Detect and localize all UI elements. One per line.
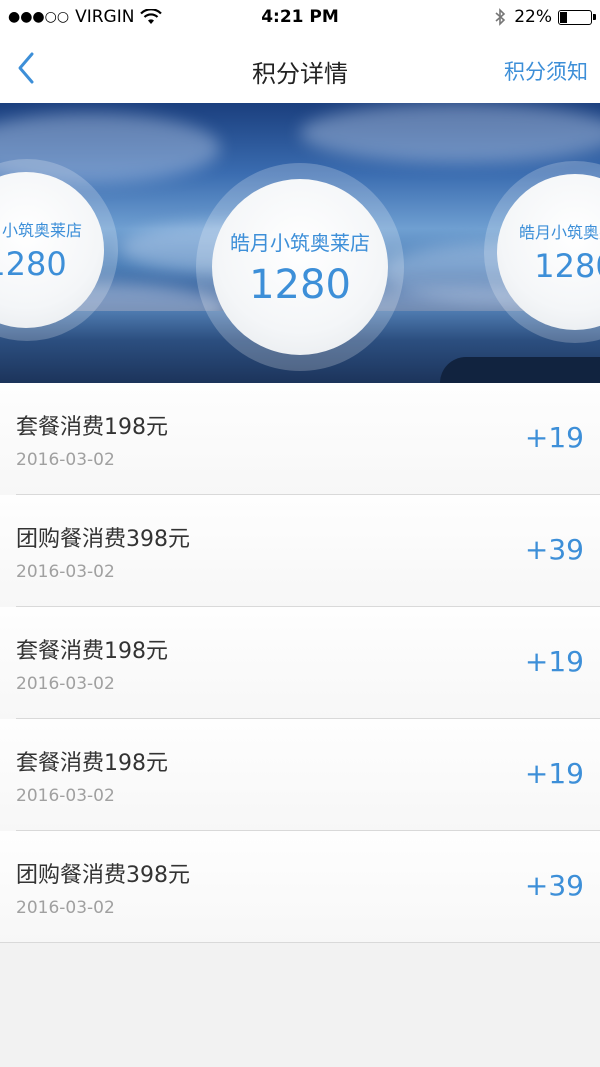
card-shop-name: 皓月小筑奥莱店 (230, 230, 370, 255)
record-description: 团购餐消费398元 (16, 863, 190, 888)
card-points: 1280 (0, 245, 67, 283)
card-points: 1280 (534, 247, 600, 285)
record-points: +39 (524, 533, 584, 566)
record-date: 2016-03-02 (16, 562, 115, 582)
record-points: +19 (524, 421, 584, 454)
list-item[interactable]: 套餐消费198元 2016-03-02 +19 (0, 607, 600, 719)
card-shop-name: 皓月小筑奥莱店 (518, 223, 600, 242)
record-points: +39 (524, 869, 584, 902)
card-shop-name: 皓月小筑奥莱店 (0, 221, 82, 240)
record-description: 套餐消费198元 (16, 751, 168, 776)
hill-silhouette (440, 357, 600, 383)
points-rules-link[interactable]: 积分须知 (504, 56, 588, 86)
record-date: 2016-03-02 (16, 674, 115, 694)
list-item[interactable]: 团购餐消费398元 2016-03-02 +39 (0, 831, 600, 943)
record-description: 团购餐消费398元 (16, 527, 190, 552)
record-points: +19 (524, 645, 584, 678)
list-item[interactable]: 套餐消费198元 2016-03-02 +19 (0, 383, 600, 495)
bluetooth-icon (495, 8, 506, 26)
status-bar: ●●●○○ VIRGIN 4:21 PM 22% (0, 0, 600, 36)
status-right-group: 22% (494, 7, 596, 27)
record-description: 套餐消费198元 (16, 415, 168, 440)
nav-bar: 积分详情 积分须知 (0, 36, 600, 103)
list-item[interactable]: 套餐消费198元 2016-03-02 +19 (0, 719, 600, 831)
card-points: 1280 (249, 261, 351, 308)
battery-percent: 22% (514, 7, 552, 27)
record-date: 2016-03-02 (16, 450, 115, 470)
record-date: 2016-03-02 (16, 786, 115, 806)
record-points: +19 (524, 757, 584, 790)
points-banner[interactable]: 皓月小筑奥莱店 1280 皓月小筑奥莱店 1280 皓月小筑奥莱店 1280 (0, 103, 600, 383)
list-item[interactable]: 团购餐消费398元 2016-03-02 +39 (0, 495, 600, 607)
battery-icon (558, 9, 596, 25)
record-date: 2016-03-02 (16, 898, 115, 918)
divider (0, 942, 600, 943)
record-description: 套餐消费198元 (16, 639, 168, 664)
points-record-list: 套餐消费198元 2016-03-02 +19 团购餐消费398元 2016-0… (0, 383, 600, 943)
points-card-center[interactable]: 皓月小筑奥莱店 1280 (212, 179, 388, 355)
